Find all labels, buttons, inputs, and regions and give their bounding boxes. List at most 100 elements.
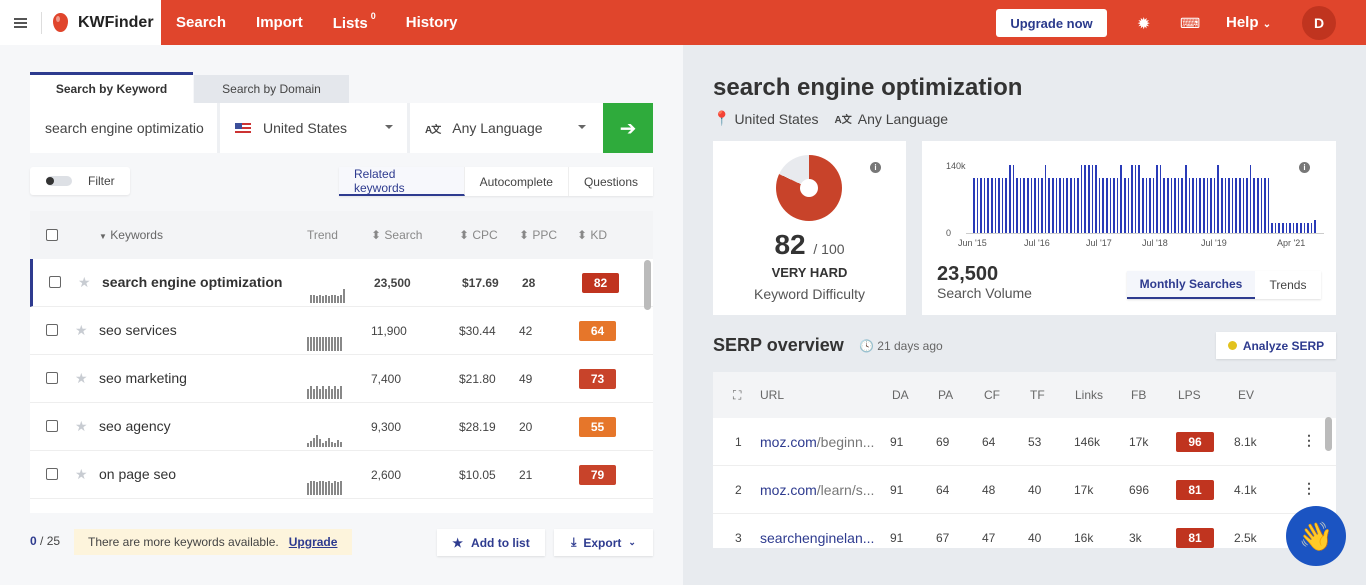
bug-icon[interactable]: ✹ <box>1137 14 1150 34</box>
volume-bar[interactable] <box>1098 178 1101 233</box>
serp-scrollbar[interactable] <box>1325 417 1332 451</box>
tab-questions[interactable]: Questions <box>569 167 653 196</box>
volume-bar[interactable] <box>1278 223 1281 233</box>
volume-bar[interactable] <box>1023 178 1025 233</box>
help-menu[interactable]: Help ⌄ <box>1226 14 1271 31</box>
more-options-icon[interactable]: ⋮ <box>1302 432 1316 449</box>
volume-bar[interactable] <box>1242 178 1245 233</box>
volume-bar[interactable] <box>1052 178 1054 233</box>
volume-bar[interactable] <box>987 178 989 233</box>
volume-bar[interactable] <box>1267 178 1270 233</box>
info-icon[interactable]: i <box>1299 162 1310 173</box>
volume-bar[interactable] <box>1109 178 1112 233</box>
volume-bar[interactable] <box>1116 178 1119 233</box>
keyword-text[interactable]: seo marketing <box>99 370 187 386</box>
table-row[interactable]: ★ on page seo 2,600 $10.05 21 79 <box>30 451 653 499</box>
table-row[interactable]: ★ seo services 11,900 $30.44 42 64 <box>30 307 653 355</box>
volume-bar[interactable] <box>1185 165 1187 233</box>
volume-bar[interactable] <box>1008 165 1011 233</box>
more-options-icon[interactable]: ⋮ <box>1302 480 1316 497</box>
volume-bar[interactable] <box>1210 178 1212 233</box>
nav-history[interactable]: History <box>406 14 458 32</box>
volume-bar[interactable] <box>1163 178 1166 233</box>
star-icon[interactable]: ★ <box>75 370 88 387</box>
volume-bar[interactable] <box>1080 165 1083 233</box>
volume-bar[interactable] <box>1253 178 1255 233</box>
row-checkbox[interactable] <box>46 420 58 432</box>
volume-bar[interactable] <box>1037 178 1040 233</box>
volume-bar[interactable] <box>1260 178 1263 233</box>
volume-bar[interactable] <box>1249 165 1252 233</box>
volume-bar[interactable] <box>1026 178 1029 233</box>
volume-bar[interactable] <box>1195 178 1198 233</box>
volume-bar[interactable] <box>1034 178 1036 233</box>
row-checkbox[interactable] <box>46 468 58 480</box>
volume-bar[interactable] <box>1228 178 1230 233</box>
brand-name[interactable]: KWFinder <box>78 14 154 32</box>
volume-bar[interactable] <box>1174 178 1176 233</box>
header-search[interactable]: ⬍ Search <box>371 228 422 242</box>
nav-search[interactable]: Search <box>176 14 226 32</box>
volume-bar[interactable] <box>1271 223 1273 233</box>
volume-bar[interactable] <box>1307 223 1309 233</box>
volume-bar[interactable] <box>1005 178 1007 233</box>
volume-bar[interactable] <box>1041 178 1043 233</box>
result-url[interactable]: moz.com/beginn... <box>760 434 874 450</box>
header-cf[interactable]: CF <box>984 388 1000 402</box>
volume-bar[interactable] <box>1203 178 1205 233</box>
volume-bar[interactable] <box>1264 178 1266 233</box>
star-icon[interactable]: ★ <box>75 322 88 339</box>
star-icon[interactable]: ★ <box>78 274 91 291</box>
volume-bar[interactable] <box>1073 178 1076 233</box>
result-url[interactable]: moz.com/learn/s... <box>760 482 874 498</box>
volume-bar[interactable] <box>1123 178 1126 233</box>
volume-bar[interactable] <box>1088 165 1090 233</box>
volume-bar[interactable] <box>1066 178 1069 233</box>
volume-bar[interactable] <box>1289 223 1291 233</box>
keywords-scrollbar[interactable] <box>644 260 651 310</box>
volume-bar[interactable] <box>1095 165 1097 233</box>
chat-support-button[interactable]: 👋 <box>1286 506 1346 566</box>
volume-bar[interactable] <box>1213 178 1216 233</box>
volume-bar[interactable] <box>1181 178 1184 233</box>
info-icon[interactable]: i <box>870 162 881 173</box>
volume-bar[interactable] <box>973 178 975 233</box>
keyword-text[interactable]: seo agency <box>99 418 171 434</box>
header-lps[interactable]: LPS <box>1178 388 1201 402</box>
volume-bar[interactable] <box>1188 178 1191 233</box>
row-checkbox[interactable] <box>46 324 58 336</box>
header-ppc[interactable]: ⬍ PPC <box>519 228 557 242</box>
volume-bar[interactable] <box>1113 178 1115 233</box>
toggle-switch[interactable] <box>46 176 72 186</box>
volume-bar[interactable] <box>1091 165 1094 233</box>
select-all-checkbox[interactable] <box>46 229 58 241</box>
volume-bar[interactable] <box>1019 178 1022 233</box>
expand-icon[interactable]: ⛶ <box>733 388 741 403</box>
keyword-input[interactable]: search engine optimizatio <box>30 103 220 153</box>
row-checkbox[interactable] <box>46 372 58 384</box>
tab-search-by-domain[interactable]: Search by Domain <box>194 75 349 103</box>
volume-bar[interactable] <box>1138 165 1140 233</box>
tab-autocomplete[interactable]: Autocomplete <box>465 167 569 196</box>
header-kd[interactable]: ⬍ KD <box>577 228 607 242</box>
volume-bar[interactable] <box>1217 165 1219 233</box>
volume-bar[interactable] <box>1300 223 1302 233</box>
volume-bar[interactable] <box>1145 178 1148 233</box>
tab-trends[interactable]: Trends <box>1255 271 1321 299</box>
export-button[interactable]: ⤓ Export ⌄ <box>554 529 653 556</box>
header-da[interactable]: DA <box>892 388 909 402</box>
star-icon[interactable]: ★ <box>75 418 88 435</box>
filter-toggle[interactable]: Filter <box>30 167 130 195</box>
volume-bar[interactable] <box>1048 178 1051 233</box>
volume-bar[interactable] <box>1016 178 1018 233</box>
volume-bar[interactable] <box>1134 165 1137 233</box>
star-icon[interactable]: ★ <box>75 466 88 483</box>
volume-bar[interactable] <box>1314 220 1316 233</box>
tab-search-by-keyword[interactable]: Search by Keyword <box>30 72 193 103</box>
volume-bar[interactable] <box>1282 223 1284 233</box>
row-checkbox[interactable] <box>49 276 61 288</box>
volume-bar[interactable] <box>1177 178 1180 233</box>
volume-bar[interactable] <box>1149 178 1151 233</box>
serp-row[interactable]: 3searchenginelan...9167474016k3k812.5k⋮ <box>713 514 1336 548</box>
keyword-text[interactable]: search engine optimization <box>102 274 282 290</box>
